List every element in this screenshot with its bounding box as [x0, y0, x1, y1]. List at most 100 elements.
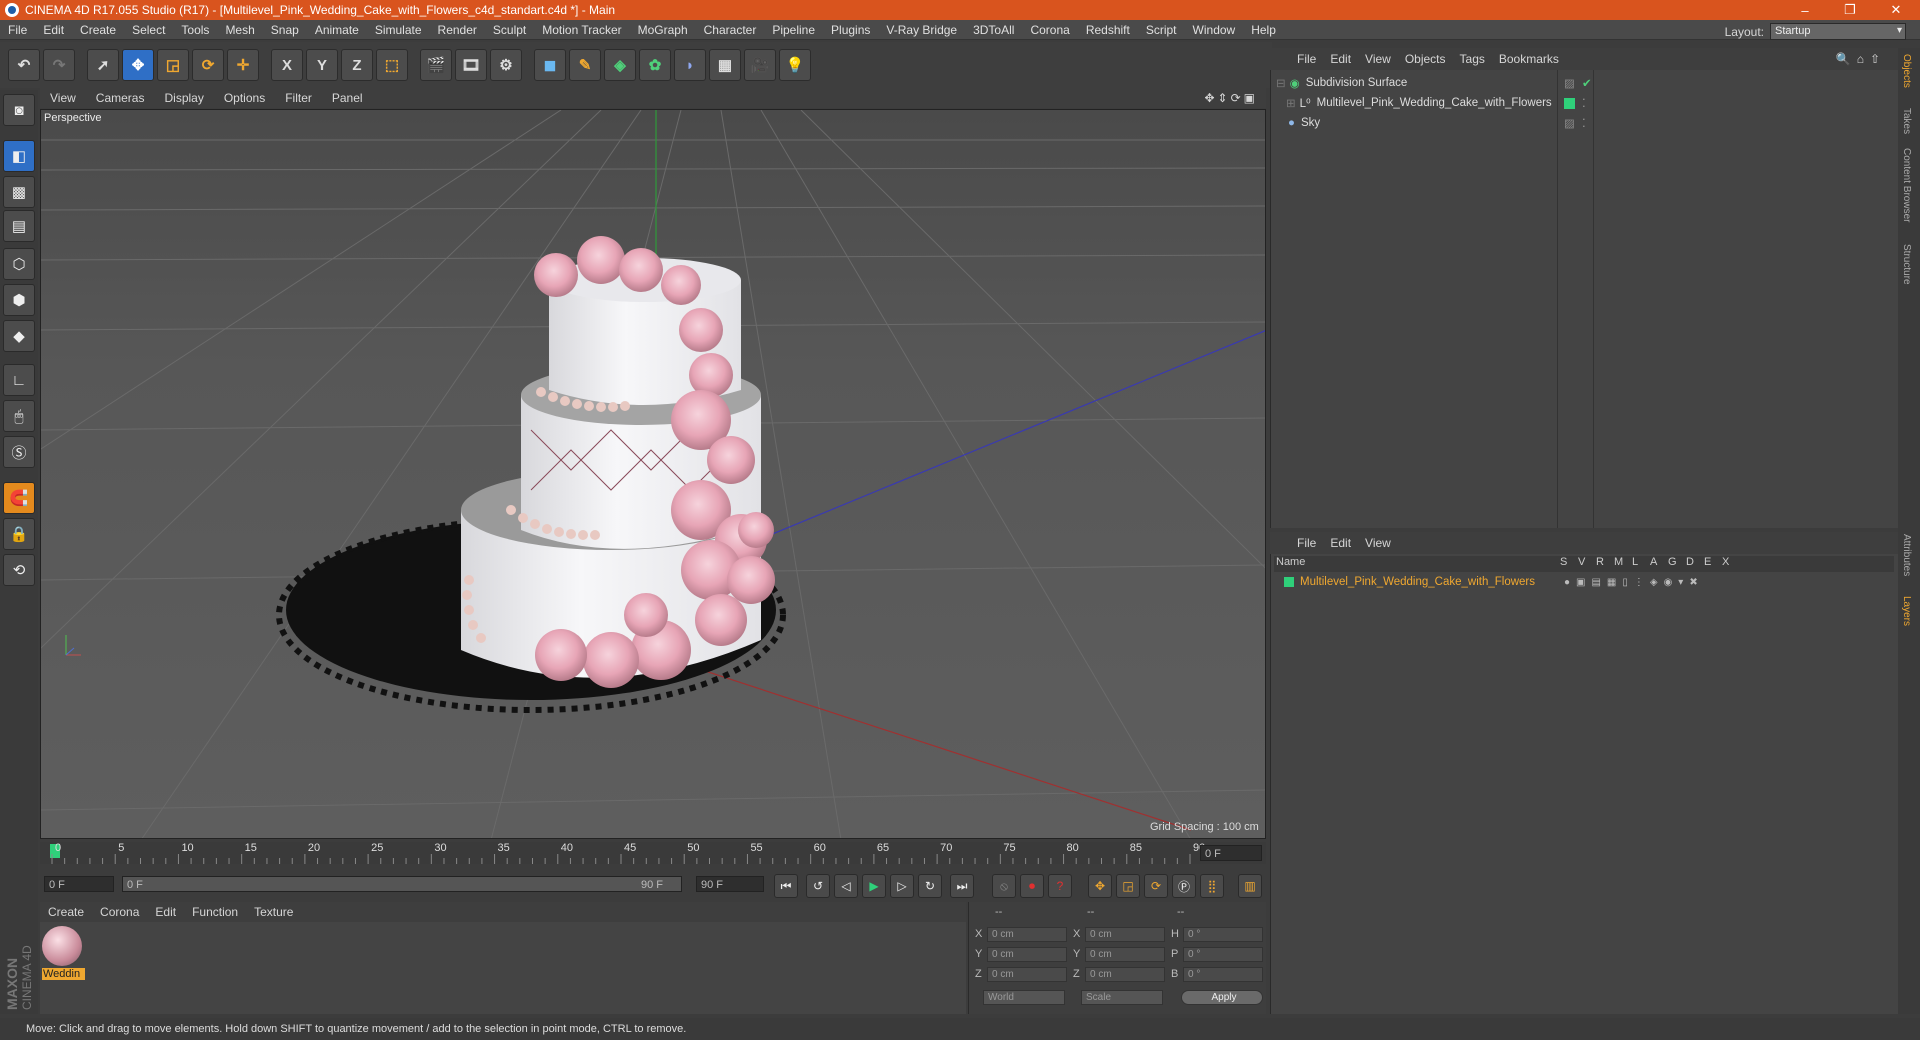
- tab-attributes[interactable]: Attributes: [1901, 534, 1912, 576]
- render-picture-viewer-icon[interactable]: 🎞: [455, 49, 487, 81]
- col-render[interactable]: R: [1596, 556, 1604, 568]
- menu-redshift[interactable]: Redshift: [1078, 23, 1138, 37]
- position-y-field[interactable]: 0 cm: [987, 947, 1067, 962]
- collapse-icon[interactable]: ⊟: [1276, 76, 1286, 90]
- layer-color-swatch[interactable]: [1284, 577, 1294, 587]
- record-keys-disabled-icon[interactable]: ⦸: [992, 874, 1016, 898]
- col-generators[interactable]: G: [1668, 556, 1677, 568]
- layer-name[interactable]: Multilevel_Pink_Wedding_Cake_with_Flower…: [1300, 576, 1535, 588]
- position-x-field[interactable]: 0 cm: [987, 927, 1067, 942]
- tab-objects[interactable]: Objects: [1901, 54, 1912, 88]
- key-rotation-icon[interactable]: ⟳: [1144, 874, 1168, 898]
- material-menu-edit[interactable]: Edit: [147, 905, 184, 919]
- layer-menu-file[interactable]: File: [1290, 536, 1323, 550]
- end-frame-field[interactable]: 90 F: [696, 876, 764, 892]
- object-menu-view[interactable]: View: [1358, 52, 1398, 66]
- tab-content-browser[interactable]: Content Browser: [1901, 148, 1912, 222]
- menu-help[interactable]: Help: [1243, 23, 1284, 37]
- object-menu-bookmarks[interactable]: Bookmarks: [1492, 52, 1566, 66]
- object-menu-edit[interactable]: Edit: [1323, 52, 1358, 66]
- workplane-lock-icon[interactable]: 🔒: [3, 518, 35, 550]
- material-menu-function[interactable]: Function: [184, 905, 246, 919]
- redo-icon[interactable]: ↷: [43, 49, 75, 81]
- key-parameter-icon[interactable]: Ⓟ: [1172, 874, 1196, 898]
- size-x-field[interactable]: 0 cm: [1085, 927, 1165, 942]
- object-row[interactable]: ● Sky ▨ ⁚: [1288, 114, 1586, 132]
- tab-structure[interactable]: Structure: [1901, 244, 1912, 285]
- object-row[interactable]: ⊞ L⁰ Multilevel_Pink_Wedding_Cake_with_F…: [1286, 94, 1586, 112]
- current-frame-field[interactable]: 0 F: [1200, 845, 1262, 861]
- coordinate-system-icon[interactable]: ⬚: [376, 49, 408, 81]
- col-animation[interactable]: A: [1650, 556, 1657, 568]
- edges-mode-icon[interactable]: ⬢: [3, 284, 35, 316]
- col-manager[interactable]: M: [1614, 556, 1623, 568]
- menu-script[interactable]: Script: [1138, 23, 1185, 37]
- rotation-b-field[interactable]: 0 °: [1183, 967, 1263, 982]
- next-frame-icon[interactable]: ▷: [890, 874, 914, 898]
- z-axis-lock-icon[interactable]: Z: [341, 49, 373, 81]
- subdivision-surface-icon[interactable]: ◈: [604, 49, 636, 81]
- size-mode-dropdown[interactable]: Scale: [1081, 990, 1163, 1005]
- expand-icon[interactable]: ⊞: [1286, 96, 1296, 110]
- axis-mode-icon[interactable]: ∟: [3, 364, 35, 396]
- menu-render[interactable]: Render: [430, 23, 485, 37]
- col-solo[interactable]: S: [1560, 556, 1567, 568]
- tab-layers[interactable]: Layers: [1901, 596, 1912, 626]
- size-z-field[interactable]: 0 cm: [1085, 967, 1165, 982]
- menu-window[interactable]: Window: [1185, 23, 1244, 37]
- apply-button[interactable]: Apply: [1181, 990, 1263, 1005]
- key-position-icon[interactable]: ✥: [1088, 874, 1112, 898]
- col-xref[interactable]: X: [1722, 556, 1729, 568]
- object-menu-objects[interactable]: Objects: [1398, 52, 1453, 66]
- menu-animate[interactable]: Animate: [307, 23, 367, 37]
- col-locked[interactable]: L: [1632, 556, 1638, 568]
- menu-edit[interactable]: Edit: [35, 23, 72, 37]
- transform-tool-icon[interactable]: ✛: [227, 49, 259, 81]
- go-to-start-icon[interactable]: ⏮: [774, 874, 798, 898]
- pen-spline-icon[interactable]: ✎: [569, 49, 601, 81]
- object-row[interactable]: ⊟ ◉ Subdivision Surface ▨ ✔: [1276, 74, 1592, 92]
- layout-dropdown[interactable]: Startup: [1770, 23, 1906, 40]
- light-icon[interactable]: 💡: [779, 49, 811, 81]
- viewport-menu-panel[interactable]: Panel: [322, 91, 373, 105]
- object-menu-file[interactable]: File: [1290, 52, 1323, 66]
- workplane-mode-icon[interactable]: ▤: [3, 210, 35, 242]
- layer-menu-edit[interactable]: Edit: [1323, 536, 1358, 550]
- layer-color-swatch[interactable]: [1564, 97, 1575, 109]
- col-expressions[interactable]: E: [1704, 556, 1711, 568]
- array-mograph-icon[interactable]: ✿: [639, 49, 671, 81]
- deformer-icon[interactable]: ◗: [674, 49, 706, 81]
- viewport-menu-cameras[interactable]: Cameras: [86, 91, 155, 105]
- visibility-dots-icon[interactable]: ▨: [1564, 76, 1575, 90]
- key-point-level-icon[interactable]: ⣿: [1200, 874, 1224, 898]
- floor-environment-icon[interactable]: ▦: [709, 49, 741, 81]
- position-z-field[interactable]: 0 cm: [987, 967, 1067, 982]
- menu-create[interactable]: Create: [72, 23, 124, 37]
- x-axis-lock-icon[interactable]: X: [271, 49, 303, 81]
- col-view[interactable]: V: [1578, 556, 1585, 568]
- menu-vray-bridge[interactable]: V-Ray Bridge: [878, 23, 965, 37]
- viewport-nav-icons[interactable]: ✥⇕⟳▣: [1204, 91, 1258, 105]
- size-y-field[interactable]: 0 cm: [1085, 947, 1165, 962]
- coordinate-space-dropdown[interactable]: World: [983, 990, 1065, 1005]
- object-menu-tags[interactable]: Tags: [1453, 52, 1492, 66]
- layer-menu-view[interactable]: View: [1358, 536, 1398, 550]
- texture-mode-icon[interactable]: ▩: [3, 176, 35, 208]
- restore-button[interactable]: ❐: [1829, 0, 1871, 20]
- viewport-menu-view[interactable]: View: [40, 91, 86, 105]
- points-mode-icon[interactable]: ⬡: [3, 248, 35, 280]
- timeline-window-icon[interactable]: ▥: [1238, 874, 1262, 898]
- layer-toggle-icons[interactable]: ●▣▤▦▯⋮◈◉▾✖: [1564, 577, 1704, 588]
- auto-keying-icon[interactable]: ⏺: [1020, 874, 1044, 898]
- visibility-dots-icon[interactable]: ⁚: [1582, 96, 1586, 110]
- undo-icon[interactable]: ↶: [8, 49, 40, 81]
- material-name[interactable]: Weddin: [42, 968, 85, 980]
- tab-takes[interactable]: Takes: [1901, 108, 1912, 134]
- close-button[interactable]: ✕: [1875, 0, 1917, 20]
- solo-mode-icon[interactable]: Ⓢ: [3, 436, 35, 468]
- frame-range-slider[interactable]: 0 F 90 F: [122, 876, 682, 892]
- col-name[interactable]: Name: [1276, 556, 1305, 568]
- menu-simulate[interactable]: Simulate: [367, 23, 430, 37]
- render-settings-icon[interactable]: ⚙: [490, 49, 522, 81]
- rotate-tool-icon[interactable]: ⟳: [192, 49, 224, 81]
